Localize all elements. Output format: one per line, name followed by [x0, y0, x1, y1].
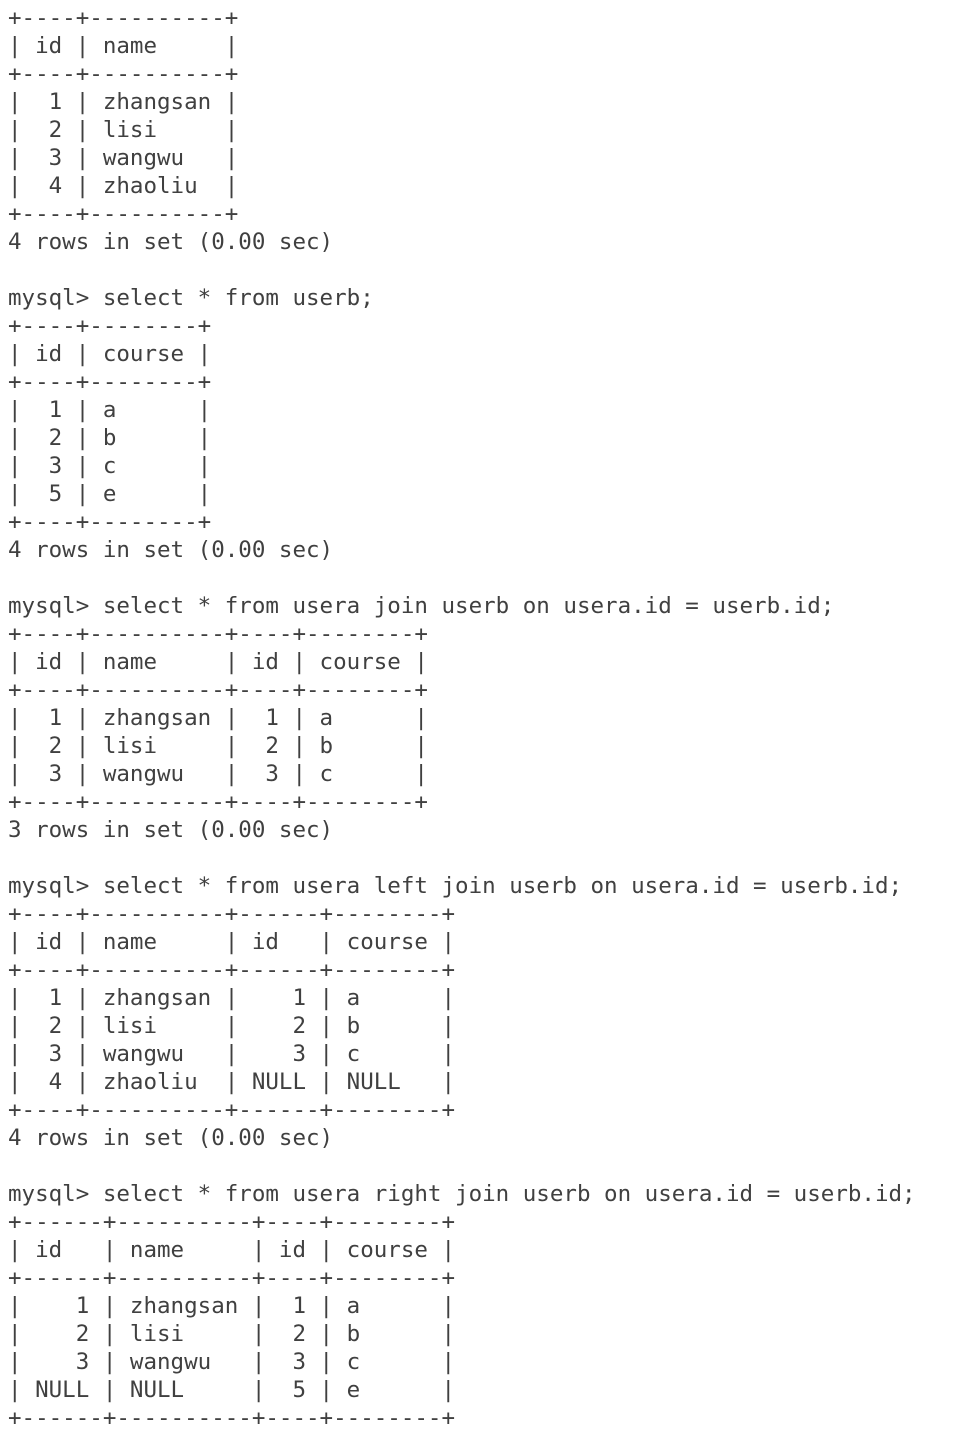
- terminal-line: +----+----------+: [8, 201, 239, 227]
- terminal-line: +----+----------+: [8, 61, 239, 87]
- terminal-line: +------+----------+----+--------+: [8, 1265, 456, 1291]
- terminal-line: +----+----------+: [8, 5, 239, 31]
- terminal-line: +----+--------+: [8, 509, 212, 535]
- terminal-line: | 1 | zhangsan | 1 | a |: [8, 985, 456, 1011]
- terminal-line: | 4 | zhaoliu |: [8, 173, 239, 199]
- terminal-line: mysql> select * from usera left join use…: [8, 873, 903, 899]
- terminal-line: mysql> select * from userb;: [8, 285, 374, 311]
- terminal-line: | id | name | id | course |: [8, 649, 428, 675]
- terminal-line: | 4 | zhaoliu | NULL | NULL |: [8, 1069, 456, 1095]
- terminal-line: | id | name |: [8, 33, 239, 59]
- terminal-line: 4 rows in set (0.00 sec): [8, 1125, 334, 1151]
- terminal-line: | 1 | zhangsan | 1 | a |: [8, 705, 428, 731]
- terminal-line: +----+----------+------+--------+: [8, 901, 456, 927]
- terminal-line: +----+----------+----+--------+: [8, 621, 428, 647]
- terminal-line: | id | course |: [8, 341, 212, 367]
- terminal-line: +----+--------+: [8, 313, 212, 339]
- terminal-line: | 3 | wangwu | 3 | c |: [8, 1349, 456, 1375]
- terminal-line: 3 rows in set (0.00 sec): [8, 817, 334, 843]
- terminal-line: +----+----------+----+--------+: [8, 789, 428, 815]
- terminal-line: | 5 | e |: [8, 481, 212, 507]
- terminal-line: | 2 | lisi | 2 | b |: [8, 1013, 456, 1039]
- terminal-line: | id | name | id | course |: [8, 1237, 456, 1263]
- terminal-line: | 1 | zhangsan |: [8, 89, 239, 115]
- terminal-output: +----+----------+ | id | name | +----+--…: [8, 4, 963, 1432]
- terminal-line: | 2 | lisi | 2 | b |: [8, 1321, 456, 1347]
- terminal-line: mysql> select * from usera right join us…: [8, 1181, 916, 1207]
- terminal-line: | 1 | a |: [8, 397, 212, 423]
- terminal-line: | id | name | id | course |: [8, 929, 456, 955]
- terminal-line: | 2 | lisi |: [8, 117, 239, 143]
- terminal-line: | NULL | NULL | 5 | e |: [8, 1377, 456, 1403]
- terminal-line: +------+----------+----+--------+: [8, 1209, 456, 1235]
- terminal-line: | 3 | c |: [8, 453, 212, 479]
- terminal-line: | 2 | b |: [8, 425, 212, 451]
- terminal-line: mysql> select * from usera join userb on…: [8, 593, 835, 619]
- terminal-line: +----+----------+----+--------+: [8, 677, 428, 703]
- terminal-line: 4 rows in set (0.00 sec): [8, 229, 334, 255]
- terminal-line: 4 rows in set (0.00 sec): [8, 537, 334, 563]
- terminal-line: +----+--------+: [8, 369, 212, 395]
- terminal-line: | 3 | wangwu |: [8, 145, 239, 171]
- terminal-line: +----+----------+------+--------+: [8, 957, 456, 983]
- terminal-line: | 3 | wangwu | 3 | c |: [8, 761, 428, 787]
- terminal-line: | 2 | lisi | 2 | b |: [8, 733, 428, 759]
- terminal-line: | 1 | zhangsan | 1 | a |: [8, 1293, 456, 1319]
- terminal-line: | 3 | wangwu | 3 | c |: [8, 1041, 456, 1067]
- terminal-line: +----+----------+------+--------+: [8, 1097, 456, 1123]
- terminal-line: +------+----------+----+--------+: [8, 1405, 456, 1431]
